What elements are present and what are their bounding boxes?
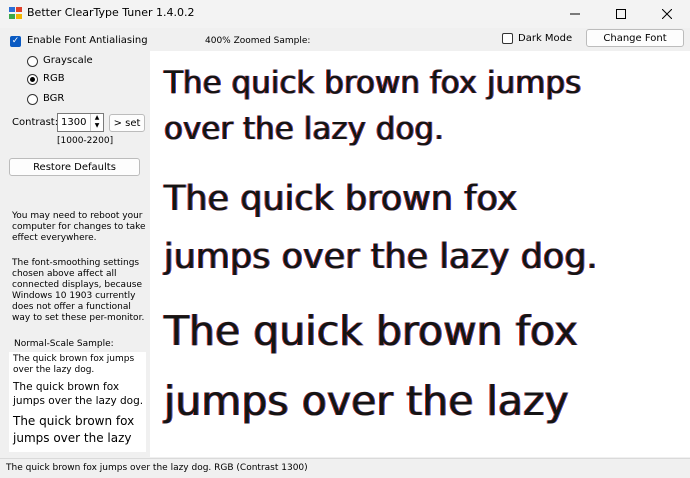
zoom-sample-title: 400% Zoomed Sample: [205, 36, 311, 46]
contrast-value[interactable]: 1300 [61, 117, 86, 128]
normal-sample-title: Normal-Scale Sample: [14, 339, 114, 349]
restore-defaults-button[interactable]: Restore Defaults [9, 158, 140, 176]
display-note: The font-smoothing settings chosen above… [12, 258, 145, 323]
status-text: The quick brown fox jumps over the lazy … [6, 463, 308, 473]
close-icon [662, 9, 672, 19]
normal-sample-line: jumps over the lazy [13, 431, 132, 445]
contrast-spinner[interactable]: 1300 ▲ ▼ [57, 113, 104, 132]
normal-sample-line: The quick brown fox [13, 381, 120, 393]
title-bar: Better ClearType Tuner 1.4.0.2 [0, 0, 690, 28]
status-bar: The quick brown fox jumps over the lazy … [0, 458, 690, 478]
zoom-sample-line: The quick brown fox jumps [164, 65, 582, 101]
normal-sample-panel: The quick brown fox jumps over the lazy … [9, 352, 146, 452]
rgb-radio[interactable] [27, 74, 38, 85]
reboot-note: You may need to reboot your computer for… [12, 211, 146, 243]
minimize-icon [570, 13, 580, 15]
set-contrast-button[interactable]: > set [109, 114, 145, 132]
contrast-range: [1000-2200] [57, 136, 114, 146]
zoomed-sample-panel: The quick brown fox jumps over the lazy … [150, 51, 690, 457]
spin-up-icon[interactable]: ▲ [91, 114, 103, 122]
normal-sample-line: The quick brown fox [13, 414, 135, 428]
zoom-sample-line: jumps over the lazy [164, 377, 569, 425]
spin-down-icon[interactable]: ▼ [91, 122, 103, 130]
bgr-radio[interactable] [27, 94, 38, 105]
antialias-label: Enable Font Antialiasing [27, 35, 148, 46]
bgr-label: BGR [43, 93, 65, 104]
maximize-icon [616, 9, 626, 19]
minimize-button[interactable] [552, 0, 598, 28]
grayscale-radio[interactable] [27, 56, 38, 67]
zoom-sample-line: jumps over the lazy dog. [164, 237, 598, 277]
zoom-sample-line: The quick brown fox [164, 307, 579, 355]
normal-sample-line: over the lazy dog. [13, 365, 95, 375]
antialias-checkbox[interactable]: ✓ [10, 36, 21, 47]
close-button[interactable] [644, 0, 690, 28]
dark-mode-label: Dark Mode [518, 33, 573, 44]
zoom-sample-line: The quick brown fox [164, 179, 518, 219]
maximize-button[interactable] [598, 0, 644, 28]
rgb-label: RGB [43, 73, 65, 84]
zoom-sample-line: over the lazy dog. [164, 111, 444, 147]
normal-sample-line: jumps over the lazy dog. [13, 395, 144, 407]
contrast-label: Contrast: [12, 117, 59, 128]
grayscale-label: Grayscale [43, 55, 93, 66]
normal-sample-line: The quick brown fox jumps [13, 354, 135, 364]
app-icon [9, 7, 22, 19]
change-font-button[interactable]: Change Font [586, 29, 684, 47]
dark-mode-checkbox[interactable] [502, 33, 513, 44]
window-title: Better ClearType Tuner 1.4.0.2 [27, 6, 195, 19]
